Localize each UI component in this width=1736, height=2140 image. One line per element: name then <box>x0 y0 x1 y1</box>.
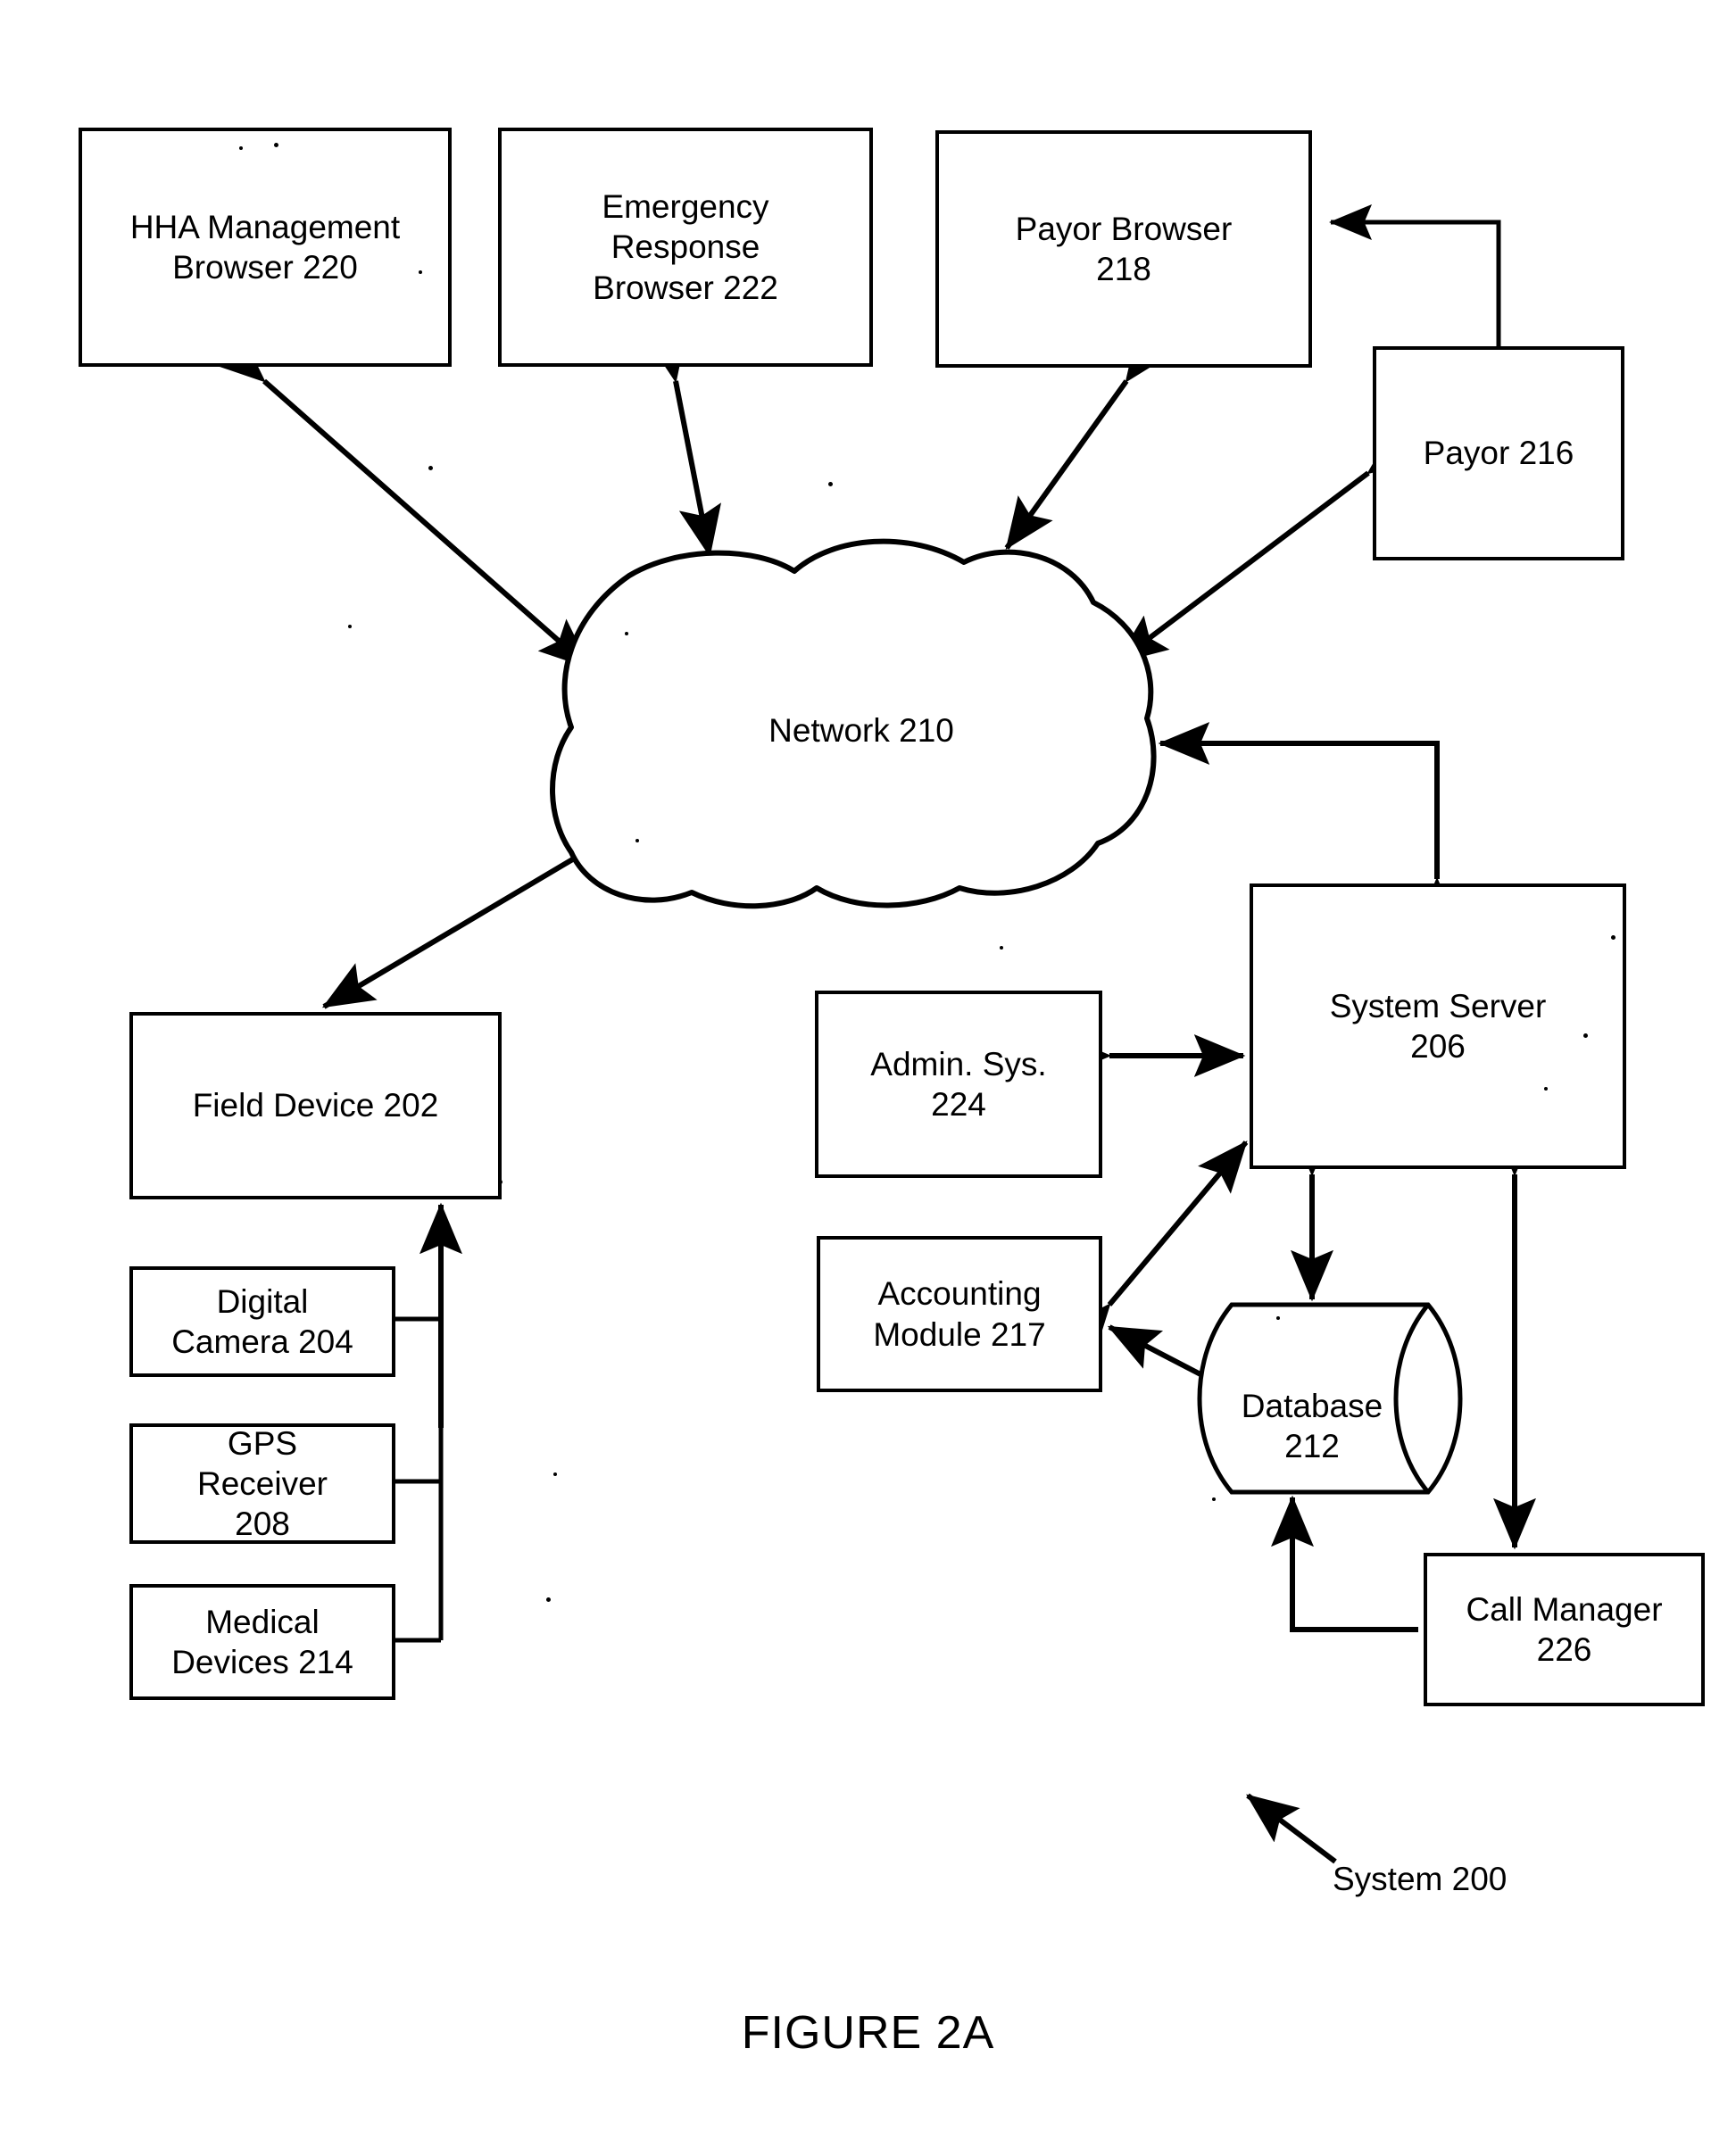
node-label-network: Network 210 <box>674 712 1049 750</box>
edge-callmanager-database <box>1271 1495 1418 1632</box>
figure-caption: FIGURE 2A <box>741 2007 995 2059</box>
figure-page: HHA Management Browser 220 Emergency Res… <box>0 0 1736 2140</box>
edge-payor-network <box>1116 426 1421 665</box>
node-label-emergency-response-browser: Emergency Response Browser 222 <box>593 188 778 306</box>
node-label-call-manager: Call Manager 226 <box>1466 1590 1663 1668</box>
node-digital-camera[interactable]: Digital Camera 204 <box>129 1266 395 1377</box>
scan-speck <box>553 1472 557 1476</box>
node-field-device[interactable]: Field Device 202 <box>129 1012 502 1199</box>
node-call-manager[interactable]: Call Manager 226 <box>1424 1553 1705 1706</box>
database-label-text: Database 212 <box>1241 1388 1383 1465</box>
node-accounting-module[interactable]: Accounting Module 217 <box>817 1236 1102 1392</box>
scan-speck <box>419 270 422 274</box>
network-label-text: Network 210 <box>768 712 954 749</box>
scan-speck <box>1544 1087 1548 1091</box>
node-label-database: Database 212 <box>1200 1346 1424 1466</box>
node-emergency-response-browser[interactable]: Emergency Response Browser 222 <box>498 128 873 367</box>
edge-payor-to-payor-browser <box>1328 204 1501 365</box>
edge-payorbrowser-network <box>1004 328 1173 550</box>
node-label-field-device: Field Device 202 <box>192 1087 439 1124</box>
node-label-payor: Payor 216 <box>1423 435 1574 472</box>
scan-speck <box>1212 1497 1216 1501</box>
node-medical-devices[interactable]: Medical Devices 214 <box>129 1584 395 1700</box>
node-label-accounting-module: Accounting Module 217 <box>873 1275 1046 1353</box>
edge-peripherals-fielddevice <box>395 1202 462 1643</box>
scan-speck <box>546 1597 551 1602</box>
scan-speck <box>498 1180 503 1184</box>
node-gps-receiver[interactable]: GPS Receiver 208 <box>129 1423 395 1544</box>
scan-speck <box>239 146 243 150</box>
node-label-payor-browser: Payor Browser 218 <box>1015 210 1233 287</box>
edge-hha-network <box>212 332 591 670</box>
edge-emergency-network <box>644 328 721 558</box>
scan-speck <box>1276 1316 1280 1320</box>
node-label-hha-management-browser: HHA Management Browser 220 <box>129 208 401 286</box>
node-label-admin-sys: Admin. Sys. 224 <box>870 1045 1047 1123</box>
node-label-gps-receiver: GPS Receiver 208 <box>197 1424 328 1543</box>
node-payor[interactable]: Payor 216 <box>1373 346 1624 560</box>
edge-database-accounting <box>1107 1324 1202 1377</box>
scan-speck <box>348 625 352 628</box>
node-admin-sys[interactable]: Admin. Sys. 224 <box>815 991 1102 1178</box>
edge-accounting-systemserver <box>1061 1141 1249 1356</box>
edge-network-systemserver <box>1158 722 1458 929</box>
scan-speck <box>635 839 639 842</box>
node-system-server[interactable]: System Server 206 <box>1250 883 1626 1169</box>
system-200-label: System 200 <box>1333 1861 1508 1897</box>
system-200-pointer-arrow <box>1246 1793 1337 1864</box>
scan-speck <box>1583 1033 1588 1038</box>
node-hha-management-browser[interactable]: HHA Management Browser 220 <box>79 128 452 367</box>
scan-speck <box>428 466 433 470</box>
node-label-digital-camera: Digital Camera 204 <box>171 1282 353 1360</box>
node-payor-browser[interactable]: Payor Browser 218 <box>935 130 1312 368</box>
node-label-system-server: System Server 206 <box>1329 987 1547 1065</box>
scan-speck <box>828 482 833 486</box>
scan-speck <box>1611 935 1616 940</box>
scan-speck <box>1000 946 1003 950</box>
scan-speck <box>274 143 278 147</box>
edge-network-fielddevice <box>321 809 638 1009</box>
node-label-medical-devices: Medical Devices 214 <box>171 1603 353 1680</box>
scan-speck <box>625 632 628 635</box>
